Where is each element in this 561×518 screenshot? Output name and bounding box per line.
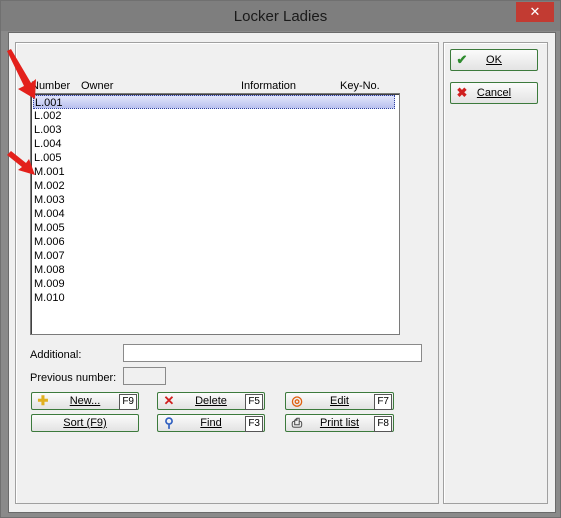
close-button[interactable]: ✕ <box>516 2 554 22</box>
window-title: Locker Ladies <box>233 8 328 25</box>
column-header-key-no[interactable]: Key-No. <box>340 80 380 92</box>
list-item[interactable]: M.003 <box>33 193 65 207</box>
list-item[interactable]: M.008 <box>33 263 65 277</box>
find-shortcut-key: F3 <box>245 416 263 432</box>
list-item[interactable]: M.009 <box>33 277 65 291</box>
additional-input[interactable] <box>123 344 422 362</box>
previous-number-input <box>123 367 166 385</box>
delete-shortcut-key: F5 <box>245 394 263 410</box>
new-shortcut-key: F9 <box>119 394 137 410</box>
annotation-arrow-icon <box>7 49 36 99</box>
cancel-button-label: Cancel <box>476 87 512 99</box>
new-button[interactable]: ✚ New... F9 <box>31 392 139 410</box>
sort-button-label: Sort (F9) <box>63 417 107 429</box>
find-button[interactable]: ⚲ Find F3 <box>157 414 265 432</box>
list-item[interactable]: L.004 <box>33 137 62 151</box>
list-item[interactable]: M.006 <box>33 235 65 249</box>
edit-button[interactable]: ◎ Edit F7 <box>285 392 394 410</box>
dialog-client-area: Number Owner Information Key-No. L.001 L… <box>8 32 556 513</box>
list-item[interactable]: M.004 <box>33 207 65 221</box>
list-item[interactable]: M.007 <box>33 249 65 263</box>
close-icon: ✕ <box>529 4 541 19</box>
list-item[interactable]: L.002 <box>33 109 62 123</box>
cancel-button[interactable]: ✖ Cancel <box>450 82 538 104</box>
locker-list[interactable]: L.001 L.002 L.003 L.004 L.005 M.001 M.00… <box>30 93 400 335</box>
list-item[interactable]: L.001 <box>33 95 395 109</box>
ok-button-label: OK <box>486 54 502 66</box>
list-item[interactable]: L.003 <box>33 123 62 137</box>
print-list-button[interactable]: ⎙ Print list F8 <box>285 414 394 432</box>
print-shortcut-key: F8 <box>374 416 392 432</box>
ok-button[interactable]: ✔ OK <box>450 49 538 71</box>
edit-shortcut-key: F7 <box>374 394 392 410</box>
list-item[interactable]: M.005 <box>33 221 65 235</box>
list-item[interactable]: M.002 <box>33 179 65 193</box>
dialog-window: Locker Ladies ✕ Number Owner Information… <box>0 0 561 518</box>
annotation-arrow-icon <box>7 151 35 175</box>
action-panel <box>443 42 548 504</box>
column-header-information[interactable]: Information <box>241 80 296 92</box>
sort-button[interactable]: Sort (F9) <box>31 414 139 432</box>
list-item[interactable]: L.005 <box>33 151 62 165</box>
list-item[interactable]: M.001 <box>33 165 65 179</box>
list-item[interactable]: M.010 <box>33 291 65 305</box>
column-header-owner[interactable]: Owner <box>81 80 113 92</box>
previous-number-label: Previous number: <box>30 372 117 384</box>
additional-label: Additional: <box>30 349 82 361</box>
delete-button[interactable]: ✕ Delete F5 <box>157 392 265 410</box>
title-bar: Locker Ladies ✕ <box>1 1 560 31</box>
